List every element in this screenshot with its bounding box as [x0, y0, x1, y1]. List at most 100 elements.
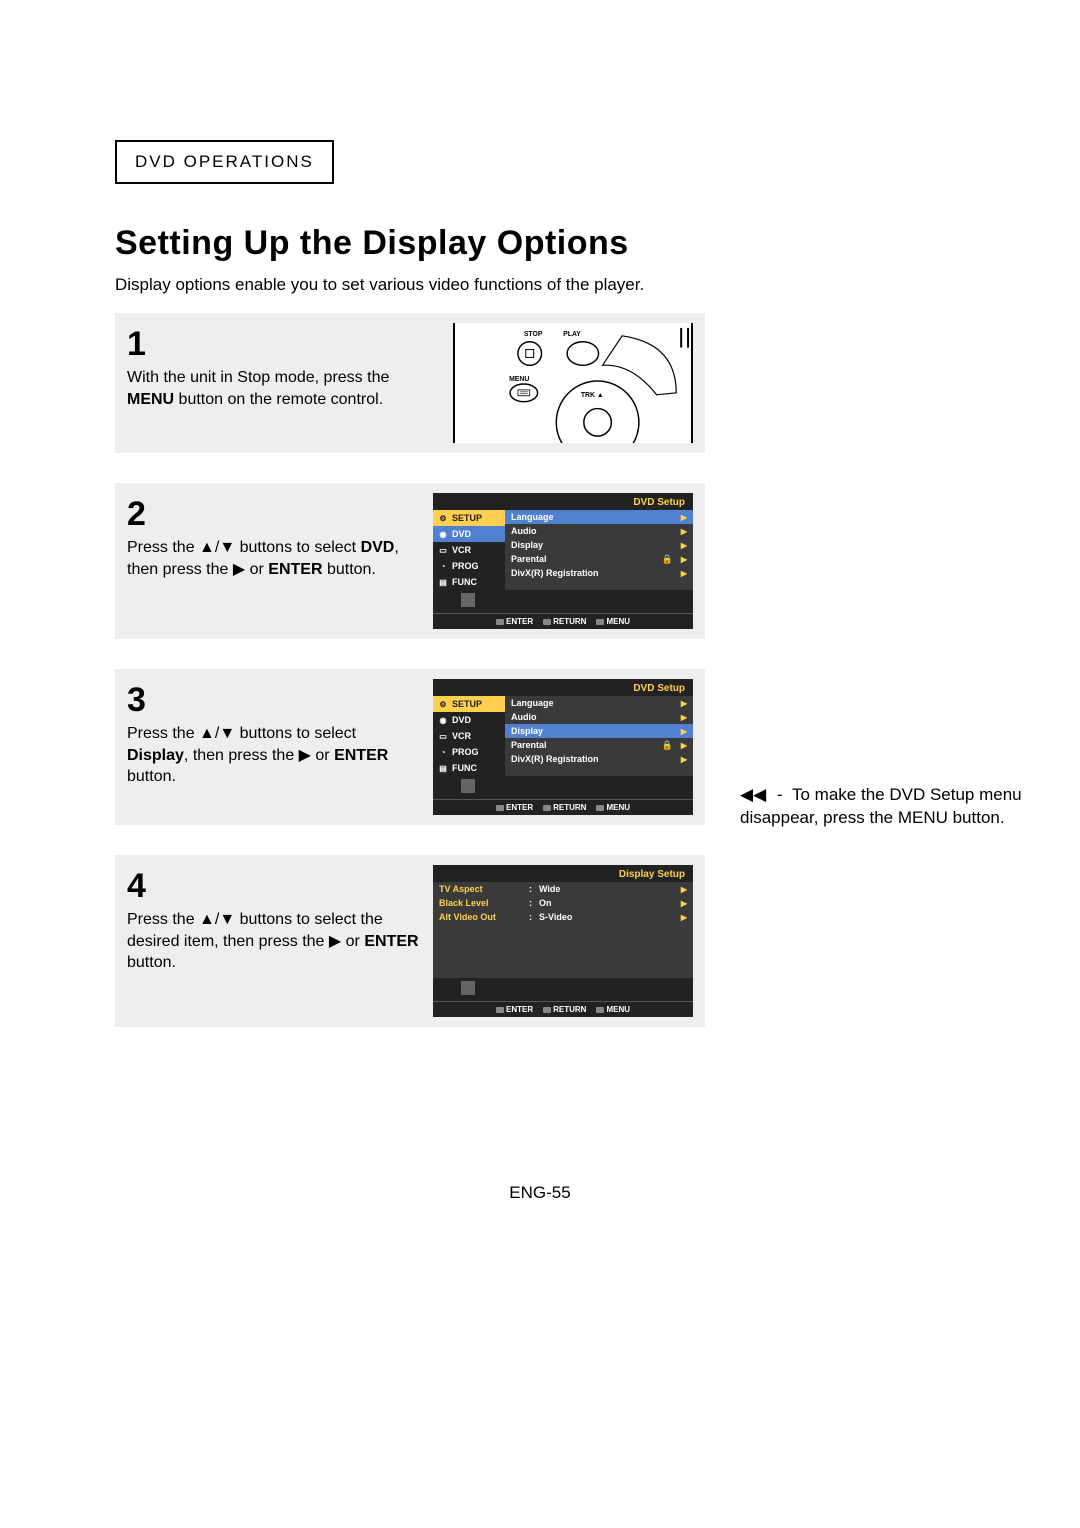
osd-sidebar: ⚙SETUP ◉DVD ▭VCR ◔PROG ▤FUNC — [433, 696, 505, 776]
remote-illustration: STOP PLAY MENU TRK ▲ — [453, 323, 693, 443]
lock-icon: 🔒 — [662, 740, 673, 751]
page-title: Setting Up the Display Options — [115, 224, 965, 263]
osd-tab-dvd: ◉DVD — [433, 526, 505, 542]
disc-icon: ◉ — [437, 714, 449, 726]
menu-label: MENU — [509, 376, 529, 383]
stop-button — [518, 342, 542, 366]
note-text: To make the DVD Setup menu disappear, pr… — [740, 785, 1022, 827]
chevron-right-icon: ▶ — [681, 913, 687, 922]
lock-icon: 🔒 — [662, 554, 673, 565]
step-3-desc: Press the ▲/▼ buttons to select Display,… — [127, 723, 419, 788]
intro-text: Display options enable you to set variou… — [115, 275, 965, 295]
footer-return: RETURN — [543, 617, 586, 626]
step-2-text: 2 Press the ▲/▼ buttons to select DVD, t… — [127, 493, 419, 580]
osd-tab-vcr: ▭VCR — [433, 542, 505, 558]
step-3: 3 Press the ▲/▼ buttons to select Displa… — [115, 669, 705, 825]
step-1-number: 1 — [127, 327, 439, 361]
func-icon: ▤ — [437, 762, 449, 774]
gear-icon: ⚙ — [437, 512, 449, 524]
osd-tab-prog: ◔PROG — [433, 744, 505, 760]
step-4-number: 4 — [127, 869, 419, 903]
row-alt-video: Alt Video Out:S-Video▶ — [433, 910, 693, 924]
section-header: DVD OPERATIONS — [115, 140, 334, 184]
gear-icon: ⚙ — [437, 698, 449, 710]
step-2-number: 2 — [127, 497, 419, 531]
chevron-right-icon: ▶ — [681, 713, 687, 722]
osd-screen-step3: DVD Setup ⚙SETUP ◉DVD ▭VCR ◔PROG ▤FUNC L… — [433, 679, 693, 815]
chevron-right-icon: ▶ — [681, 541, 687, 550]
chevron-right-icon: ▶ — [681, 555, 687, 564]
rewind-icon: ◀◀ — [740, 784, 766, 807]
footer-enter: ENTER — [496, 803, 533, 812]
osd-title: Display Setup — [433, 865, 693, 882]
disc-icon: ◉ — [437, 528, 449, 540]
clock-icon: ◔ — [437, 746, 449, 758]
osd-item-divx: DivX(R) Registration▶ — [505, 566, 693, 580]
stop-label: STOP — [524, 331, 543, 338]
osd-footer: ENTER RETURN MENU — [433, 613, 693, 629]
chevron-right-icon: ▶ — [681, 527, 687, 536]
row-black-level: Black Level:On▶ — [433, 896, 693, 910]
play-label: PLAY — [563, 331, 581, 338]
osd-tab-prog: ◔PROG — [433, 558, 505, 574]
vcr-icon: ▭ — [437, 544, 449, 556]
func-icon: ▤ — [437, 576, 449, 588]
osd-tab-func: ▤FUNC — [433, 760, 505, 776]
move-icon — [461, 981, 475, 995]
display-setup-menu: TV Aspect:Wide▶ Black Level:On▶ Alt Vide… — [433, 882, 693, 978]
chevron-right-icon: ▶ — [681, 513, 687, 522]
osd-item-language: Language▶ — [505, 510, 693, 524]
footer-return: RETURN — [543, 1005, 586, 1014]
osd-item-display: Display▶ — [505, 538, 693, 552]
osd-title: DVD Setup — [433, 493, 693, 510]
clock-icon: ◔ — [437, 560, 449, 572]
step-1: 1 With the unit in Stop mode, press the … — [115, 313, 705, 453]
step-2: 2 Press the ▲/▼ buttons to select DVD, t… — [115, 483, 705, 639]
chevron-right-icon: ▶ — [681, 741, 687, 750]
footer-enter: ENTER — [496, 617, 533, 626]
step-2-desc: Press the ▲/▼ buttons to select DVD, the… — [127, 537, 419, 580]
osd-item-parental: Parental🔒▶ — [505, 552, 693, 566]
osd-title: DVD Setup — [433, 679, 693, 696]
chevron-right-icon: ▶ — [681, 755, 687, 764]
play-button — [567, 342, 598, 366]
osd-menu: Language▶ Audio▶ Display▶ Parental🔒▶ Div… — [505, 696, 693, 776]
step-4-text: 4 Press the ▲/▼ buttons to select the de… — [127, 865, 419, 974]
chevron-right-icon: ▶ — [681, 727, 687, 736]
chevron-right-icon: ▶ — [681, 569, 687, 578]
step-1-text: 1 With the unit in Stop mode, press the … — [127, 323, 439, 410]
osd-item-audio: Audio▶ — [505, 524, 693, 538]
page-number: ENG-55 — [0, 1183, 1080, 1203]
osd-footer: ENTER RETURN MENU — [433, 1001, 693, 1017]
osd-tab-vcr: ▭VCR — [433, 728, 505, 744]
move-icon — [461, 779, 475, 793]
osd-footer: ENTER RETURN MENU — [433, 799, 693, 815]
osd-tab-dvd: ◉DVD — [433, 712, 505, 728]
osd-screen-step4: Display Setup TV Aspect:Wide▶ Black Leve… — [433, 865, 693, 1017]
menu-button — [510, 384, 538, 402]
footer-menu: MENU — [596, 617, 630, 626]
footer-enter: ENTER — [496, 1005, 533, 1014]
osd-item-display: Display▶ — [505, 724, 693, 738]
nav-wheel — [556, 381, 639, 443]
osd-menu: Language▶ Audio▶ Display▶ Parental🔒▶ Div… — [505, 510, 693, 590]
osd-item-language: Language▶ — [505, 696, 693, 710]
step-3-text: 3 Press the ▲/▼ buttons to select Displa… — [127, 679, 419, 788]
osd-tab-setup: ⚙SETUP — [433, 696, 505, 712]
step-1-desc: With the unit in Stop mode, press the ME… — [127, 367, 439, 410]
vcr-icon: ▭ — [437, 730, 449, 742]
chevron-right-icon: ▶ — [681, 885, 687, 894]
step-4: 4 Press the ▲/▼ buttons to select the de… — [115, 855, 705, 1027]
osd-sidebar: ⚙SETUP ◉DVD ▭VCR ◔PROG ▤FUNC — [433, 510, 505, 590]
trk-label: TRK ▲ — [581, 392, 604, 399]
chevron-right-icon: ▶ — [681, 899, 687, 908]
footer-menu: MENU — [596, 1005, 630, 1014]
osd-screen-step2: DVD Setup ⚙SETUP ◉DVD ▭VCR ◔PROG ▤FUNC L… — [433, 493, 693, 629]
osd-item-audio: Audio▶ — [505, 710, 693, 724]
step-3-number: 3 — [127, 683, 419, 717]
chevron-right-icon: ▶ — [681, 699, 687, 708]
footer-return: RETURN — [543, 803, 586, 812]
side-note: ◀◀ - To make the DVD Setup menu disappea… — [740, 784, 1040, 830]
move-icon — [461, 593, 475, 607]
osd-tab-func: ▤FUNC — [433, 574, 505, 590]
